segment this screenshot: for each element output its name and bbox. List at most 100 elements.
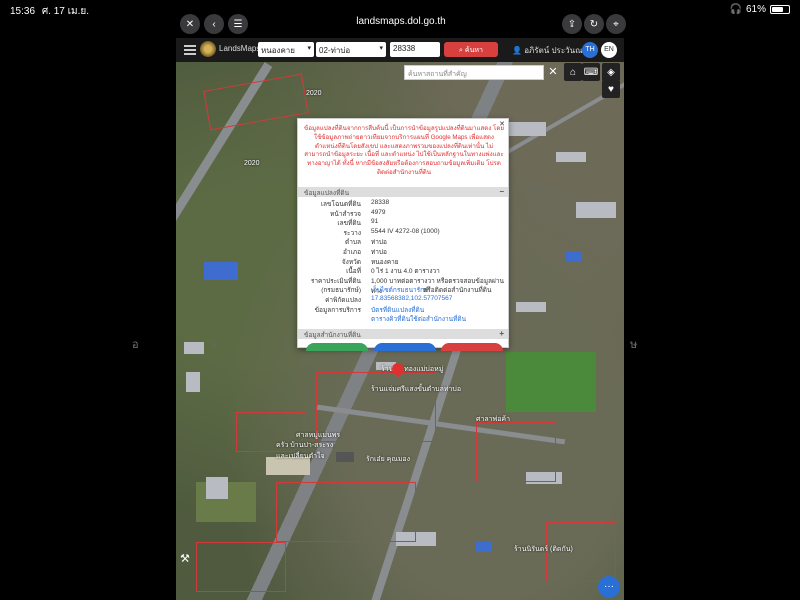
- field-value-secondary[interactable]: ตารางคิวที่ดินใช้ต่อสำนักงานที่ดิน: [371, 314, 466, 324]
- popup-tab-blue[interactable]: [374, 343, 436, 351]
- lang-th-button[interactable]: TH: [582, 42, 598, 58]
- field-value[interactable]: เว็บไซต์กรมธนารักษ์: [371, 285, 428, 295]
- parcel-field-row: เลขที่ดิน 91: [298, 218, 508, 228]
- building: [556, 152, 586, 162]
- building: [476, 542, 492, 552]
- place-label: ร้านนิรันดร์ (ติดกัน): [514, 546, 573, 553]
- field-value: 5544 IV 4272-08 (1000): [371, 227, 440, 235]
- home-icon[interactable]: ⌂: [564, 63, 582, 81]
- field-value: 4979: [371, 208, 386, 216]
- building: [516, 302, 546, 312]
- building: [204, 262, 238, 280]
- field-key: ค่าพิกัดแปลง: [325, 297, 361, 304]
- chat-icon[interactable]: ···: [598, 576, 620, 598]
- chevron-down-icon: ▾: [379, 45, 383, 52]
- field-key: ราคาประเมินที่ดิน: [310, 277, 361, 285]
- keyboard-icon[interactable]: ⌨: [582, 63, 600, 81]
- parcel-outline: [203, 73, 309, 131]
- search-icon: ⌕: [459, 47, 463, 54]
- close-icon[interactable]: ✕: [180, 14, 200, 34]
- section-title: ข้อมูลสำนักงานที่ดิน: [304, 332, 361, 339]
- share-icon[interactable]: ⇪: [562, 14, 582, 34]
- parcel-field-row: ระวาง 5544 IV 4272-08 (1000): [298, 228, 508, 238]
- popup-tab-green[interactable]: [306, 343, 368, 351]
- field-key: อำเภอ: [343, 249, 361, 256]
- heart-icon[interactable]: ♥: [602, 80, 620, 98]
- building: [206, 477, 228, 499]
- place-label: ศาลาพ่อค้า: [476, 416, 511, 423]
- status-time: 15:36: [10, 6, 36, 17]
- province-value: หนองคาย: [261, 46, 295, 55]
- reload-icon[interactable]: ↻: [584, 14, 604, 34]
- parcel-field-row: อำเภอ ท่าบ่อ: [298, 247, 508, 257]
- layers-icon[interactable]: ◈: [602, 63, 620, 81]
- brand-name: LandsMaps: [219, 44, 261, 53]
- office-section-header[interactable]: ข้อมูลสำนักงานที่ดิน +: [298, 329, 508, 339]
- parcel-field-row: เลขโฉนดที่ดิน 28338: [298, 199, 508, 209]
- parcel-field-row: จังหวัด หนองคาย: [298, 257, 508, 267]
- parcel-field-row: (กรมธนารักษ์) เว็บไซต์กรมธนารักษ์ หรือติด…: [298, 285, 508, 295]
- chevron-down-icon: ▾: [307, 45, 311, 52]
- field-value: 0 ไร่ 1 งาน 4.0 ตารางวา: [371, 268, 440, 276]
- place-label: รักเอ๋ย คุณมอง: [366, 456, 411, 463]
- close-icon[interactable]: ✕: [546, 65, 560, 79]
- side-char: ย: [210, 339, 217, 351]
- compass-icon[interactable]: ⌖: [606, 14, 626, 34]
- building: [184, 342, 204, 354]
- popup-tab-red[interactable]: [441, 343, 503, 351]
- province-select[interactable]: หนองคาย ▾: [258, 42, 314, 57]
- field-value[interactable]: 17.83568382,102.57707567: [371, 295, 452, 302]
- place-label: ครัว บ้านปา-สระรง และเปลี่ยนตำใจ: [276, 442, 334, 460]
- disclaimer-notice: ข้อมูลแปลงที่ดินจากการสืบค้นนี้ เป็นการน…: [304, 125, 504, 176]
- building: [506, 122, 546, 136]
- building: [566, 252, 582, 262]
- user-menu[interactable]: 👤 อภิรัตน์ ประวันณ ▾: [512, 44, 589, 57]
- landsmaps-logo: [200, 41, 216, 57]
- search-button-label: ค้นหา: [464, 47, 483, 54]
- parcel-info-popup: ✕ ข้อมูลแปลงที่ดินจากการสืบค้นนี้ เป็นกา…: [297, 118, 509, 348]
- field-key: หน้าสำรวจ: [330, 210, 361, 218]
- back-icon[interactable]: ‹: [204, 14, 224, 34]
- field-value: หนองคาย: [371, 258, 399, 266]
- field-key: จังหวัด: [341, 258, 361, 266]
- tabs-icon[interactable]: ☰: [228, 14, 248, 34]
- url-label[interactable]: landsmaps.dol.go.th: [336, 16, 466, 27]
- parcel-field-row: ราคาประเมินที่ดิน 1,000 บาทต่อตารางวา หรื…: [298, 276, 508, 295]
- headphones-icon: 🎧: [729, 4, 742, 15]
- parcel-section-header[interactable]: ข้อมูลแปลงที่ดิน −: [298, 187, 508, 197]
- field-key: ข้อมูลการบริการ: [314, 306, 361, 314]
- tool-icon[interactable]: ⚒: [180, 552, 196, 568]
- parcel-field-row: ข้อมูลการบริการ บัตรที่ดินแปลงที่ดิน ตาราง…: [298, 305, 508, 323]
- field-value-suffix: หรือติดต่อสำนักงานที่ดิน: [423, 287, 492, 295]
- user-icon: 👤: [512, 46, 522, 55]
- expand-icon[interactable]: +: [499, 329, 504, 338]
- road-label: 2020: [306, 90, 322, 97]
- building: [576, 202, 616, 218]
- search-button[interactable]: ⌕ ค้นหา: [444, 42, 498, 57]
- battery-fill: [772, 7, 783, 12]
- status-time-date: 15:36 ศ. 17 เม.ย.: [10, 4, 89, 19]
- place-label: ร้านแจ่มศรีแสงขั้นตำบลท่าบ่อ: [371, 386, 462, 393]
- side-char: อ: [132, 339, 139, 351]
- district-value: 02-ท่าบ่อ: [319, 46, 351, 55]
- user-name: อภิรัตน์ ประวันณ: [524, 46, 583, 55]
- battery-icon: [770, 5, 790, 14]
- satellite-map[interactable]: 2020 2020 ร้านแจ่มศรีแสงขั้นตำบลท่าบ่อ ร…: [176, 62, 624, 600]
- lang-en-button[interactable]: EN: [601, 42, 617, 58]
- field-key: เลขที่ดิน: [337, 220, 361, 228]
- field-key: เลขโฉนดที่ดิน: [320, 201, 361, 208]
- menu-icon[interactable]: [184, 45, 196, 55]
- district-select[interactable]: 02-ท่าบ่อ ▾: [316, 42, 386, 57]
- app-toolbar: LandsMaps หนองคาย ▾ 02-ท่าบ่อ ▾ 28338 ⌕ ค้…: [176, 38, 624, 62]
- field-value: 91: [371, 218, 379, 226]
- parcel-field-row: เนื้อที่ 0 ไร่ 1 งาน 4.0 ตารางวา: [298, 266, 508, 276]
- building: [186, 372, 200, 392]
- parcel-number-input[interactable]: 28338: [390, 42, 440, 57]
- field-key: ระวาง: [343, 229, 361, 237]
- address-search-input[interactable]: ค้นหาสถานที่สำคัญ: [404, 65, 544, 80]
- parcel-outline: [276, 482, 416, 542]
- green-field: [506, 352, 596, 412]
- field-value: ท่าบ่อ: [371, 249, 387, 256]
- section-title: ข้อมูลแปลงที่ดิน: [304, 190, 350, 197]
- collapse-icon[interactable]: −: [499, 187, 504, 196]
